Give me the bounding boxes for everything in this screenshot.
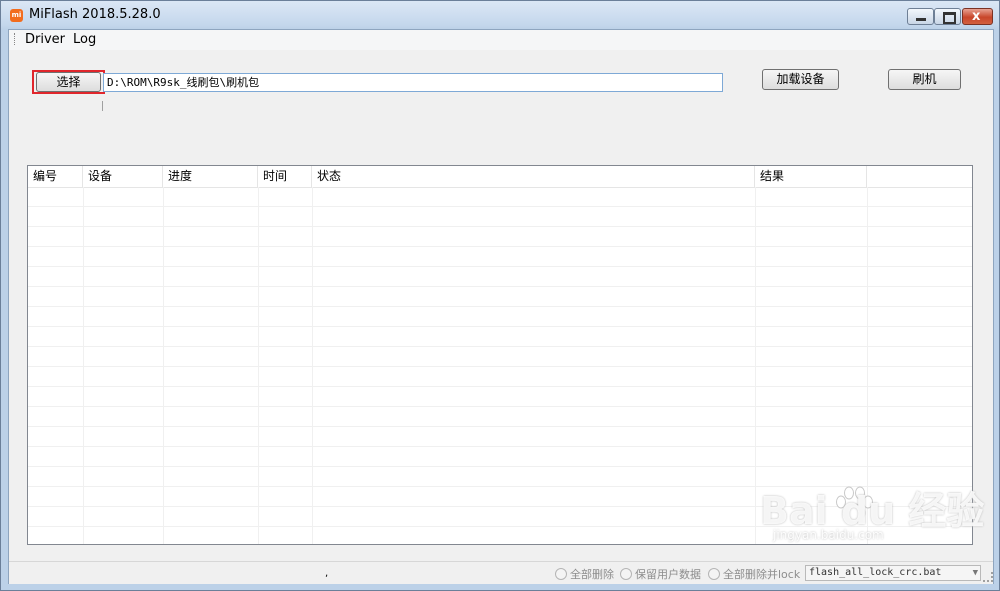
column-divider bbox=[163, 187, 164, 544]
column-header-time[interactable]: 时间 bbox=[258, 166, 312, 187]
table-row[interactable] bbox=[28, 387, 972, 407]
radio-label-clean-all: 全部删除 bbox=[570, 568, 614, 581]
radio-save-user-data[interactable] bbox=[620, 568, 632, 580]
column-header-result[interactable]: 结果 bbox=[755, 166, 867, 187]
table-row[interactable] bbox=[28, 287, 972, 307]
column-divider bbox=[312, 187, 313, 544]
status-text: , bbox=[325, 568, 329, 579]
table-row[interactable] bbox=[28, 447, 972, 467]
menu-grip-icon bbox=[14, 33, 17, 45]
column-divider bbox=[258, 187, 259, 544]
select-button[interactable]: 选择 bbox=[36, 72, 101, 92]
minimize-button[interactable] bbox=[907, 8, 934, 25]
baidu-watermark-url: jingyan.baidu.com bbox=[773, 528, 884, 542]
load-devices-button[interactable]: 加载设备 bbox=[762, 69, 839, 90]
flash-button[interactable]: 刷机 bbox=[888, 69, 961, 90]
select-button-highlight: 选择 bbox=[32, 70, 105, 94]
column-header-status[interactable]: 状态 bbox=[312, 166, 755, 187]
flash-script-value: flash_all_lock_crc.bat bbox=[809, 567, 942, 578]
table-row[interactable] bbox=[28, 347, 972, 367]
column-header-device[interactable]: 设备 bbox=[83, 166, 163, 187]
menu-log[interactable]: Log bbox=[73, 32, 96, 47]
close-button[interactable]: x bbox=[962, 8, 993, 25]
text-caret bbox=[102, 101, 103, 111]
title-bar[interactable]: mi MiFlash 2018.5.28.0 x bbox=[1, 1, 999, 29]
column-header-extra[interactable] bbox=[867, 166, 972, 187]
table-row[interactable] bbox=[28, 327, 972, 347]
path-input[interactable]: D:\ROM\R9sk_线刷包\刷机包 bbox=[103, 73, 723, 92]
table-row[interactable] bbox=[28, 427, 972, 447]
radio-label-save-user-data: 保留用户数据 bbox=[635, 568, 701, 581]
table-row[interactable] bbox=[28, 227, 972, 247]
column-header-id[interactable]: 编号 bbox=[28, 166, 83, 187]
table-row[interactable] bbox=[28, 367, 972, 387]
radio-label-clean-all-and-lock: 全部删除并lock bbox=[723, 568, 801, 581]
table-row[interactable] bbox=[28, 247, 972, 267]
menu-driver[interactable]: Driver bbox=[25, 32, 65, 47]
table-row[interactable] bbox=[28, 307, 972, 327]
menu-bar: Driver Log bbox=[9, 30, 993, 50]
table-row[interactable] bbox=[28, 187, 972, 207]
maximize-button[interactable] bbox=[934, 8, 961, 25]
window-title: MiFlash 2018.5.28.0 bbox=[29, 7, 161, 22]
table-row[interactable] bbox=[28, 207, 972, 227]
table-row[interactable] bbox=[28, 267, 972, 287]
column-divider bbox=[755, 187, 756, 544]
column-header-progress[interactable]: 进度 bbox=[163, 166, 258, 187]
column-divider bbox=[83, 187, 84, 544]
minimize-icon bbox=[916, 18, 926, 21]
chevron-down-icon: ▼ bbox=[972, 568, 978, 578]
radio-clean-all-and-lock[interactable] bbox=[708, 568, 720, 580]
maximize-icon bbox=[943, 12, 956, 24]
close-icon: x bbox=[972, 9, 981, 24]
flash-script-select[interactable]: flash_all_lock_crc.bat ▼ bbox=[805, 565, 981, 581]
baidu-watermark: Bai du 经验 bbox=[760, 489, 985, 533]
status-bar: , 全部删除 保留用户数据 全部删除并lock flash_all_lock_c… bbox=[9, 561, 993, 584]
radio-clean-all[interactable] bbox=[555, 568, 567, 580]
table-row[interactable] bbox=[28, 407, 972, 427]
table-header: 编号 设备 进度 时间 状态 结果 bbox=[28, 166, 972, 188]
mi-logo-icon: mi bbox=[10, 9, 23, 22]
resize-grip-icon[interactable] bbox=[983, 572, 993, 582]
